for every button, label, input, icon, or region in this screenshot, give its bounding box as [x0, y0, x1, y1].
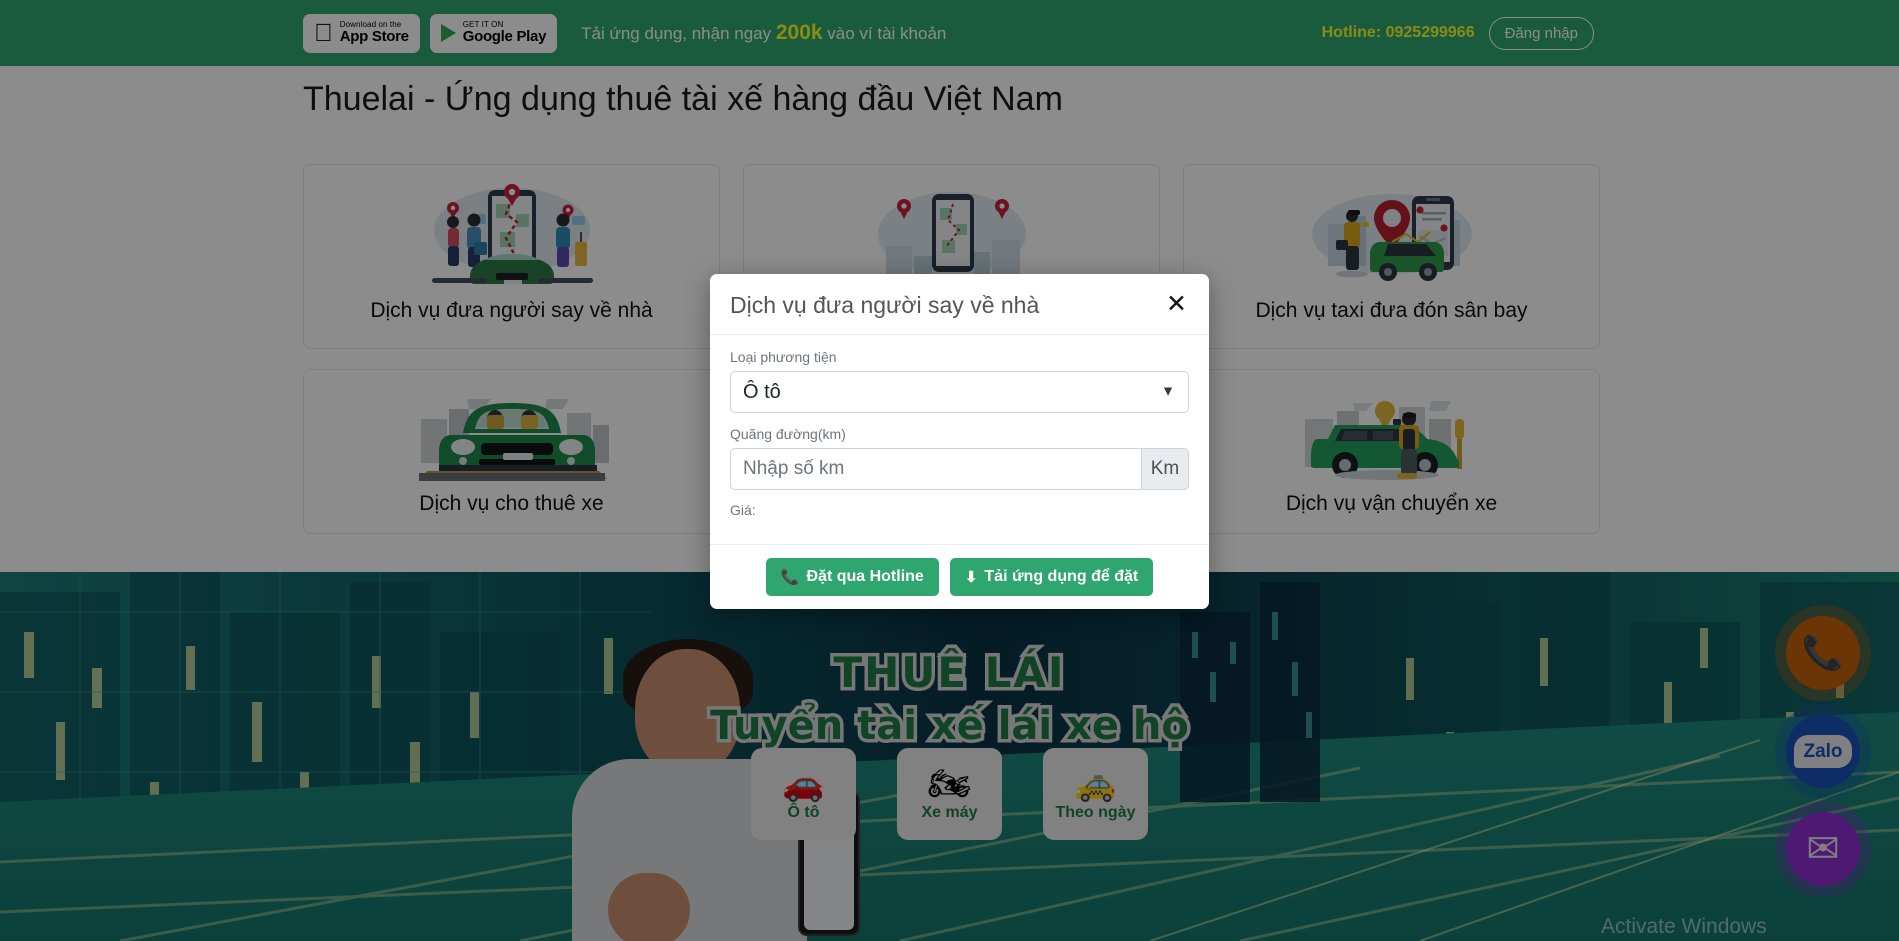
download-app-to-book-button[interactable]: ⬇ Tải ứng dụng để đặt — [949, 558, 1154, 596]
distance-input-group: Km — [730, 448, 1189, 490]
phone-icon: 📞 — [780, 569, 800, 586]
distance-input[interactable] — [730, 448, 1141, 490]
modal-body: Loại phương tiện Ô tô ▼ Quãng đường(km) … — [710, 335, 1209, 544]
modal-title: Dịch vụ đưa người say về nhà — [730, 292, 1040, 318]
vehicle-type-select-wrap: Ô tô ▼ — [730, 371, 1189, 413]
download-app-label: Tải ứng dụng để đặt — [984, 568, 1139, 585]
book-via-hotline-label: Đặt qua Hotline — [806, 568, 924, 585]
distance-unit-addon: Km — [1141, 448, 1189, 490]
vehicle-type-select[interactable]: Ô tô — [730, 371, 1189, 413]
modal-header: Dịch vụ đưa người say về nhà ✕ — [710, 274, 1209, 335]
price-label: Giá: — [730, 502, 756, 518]
distance-label: Quãng đường(km) — [730, 426, 846, 442]
download-icon: ⬇ — [964, 569, 978, 586]
close-icon[interactable]: ✕ — [1164, 292, 1189, 317]
book-via-hotline-button[interactable]: 📞 Đặt qua Hotline — [765, 558, 939, 596]
vehicle-type-label: Loại phương tiện — [730, 349, 837, 365]
service-booking-modal: Dịch vụ đưa người say về nhà ✕ Loại phươ… — [710, 274, 1209, 609]
modal-footer: 📞 Đặt qua Hotline ⬇ Tải ứng dụng để đặt — [710, 544, 1209, 609]
